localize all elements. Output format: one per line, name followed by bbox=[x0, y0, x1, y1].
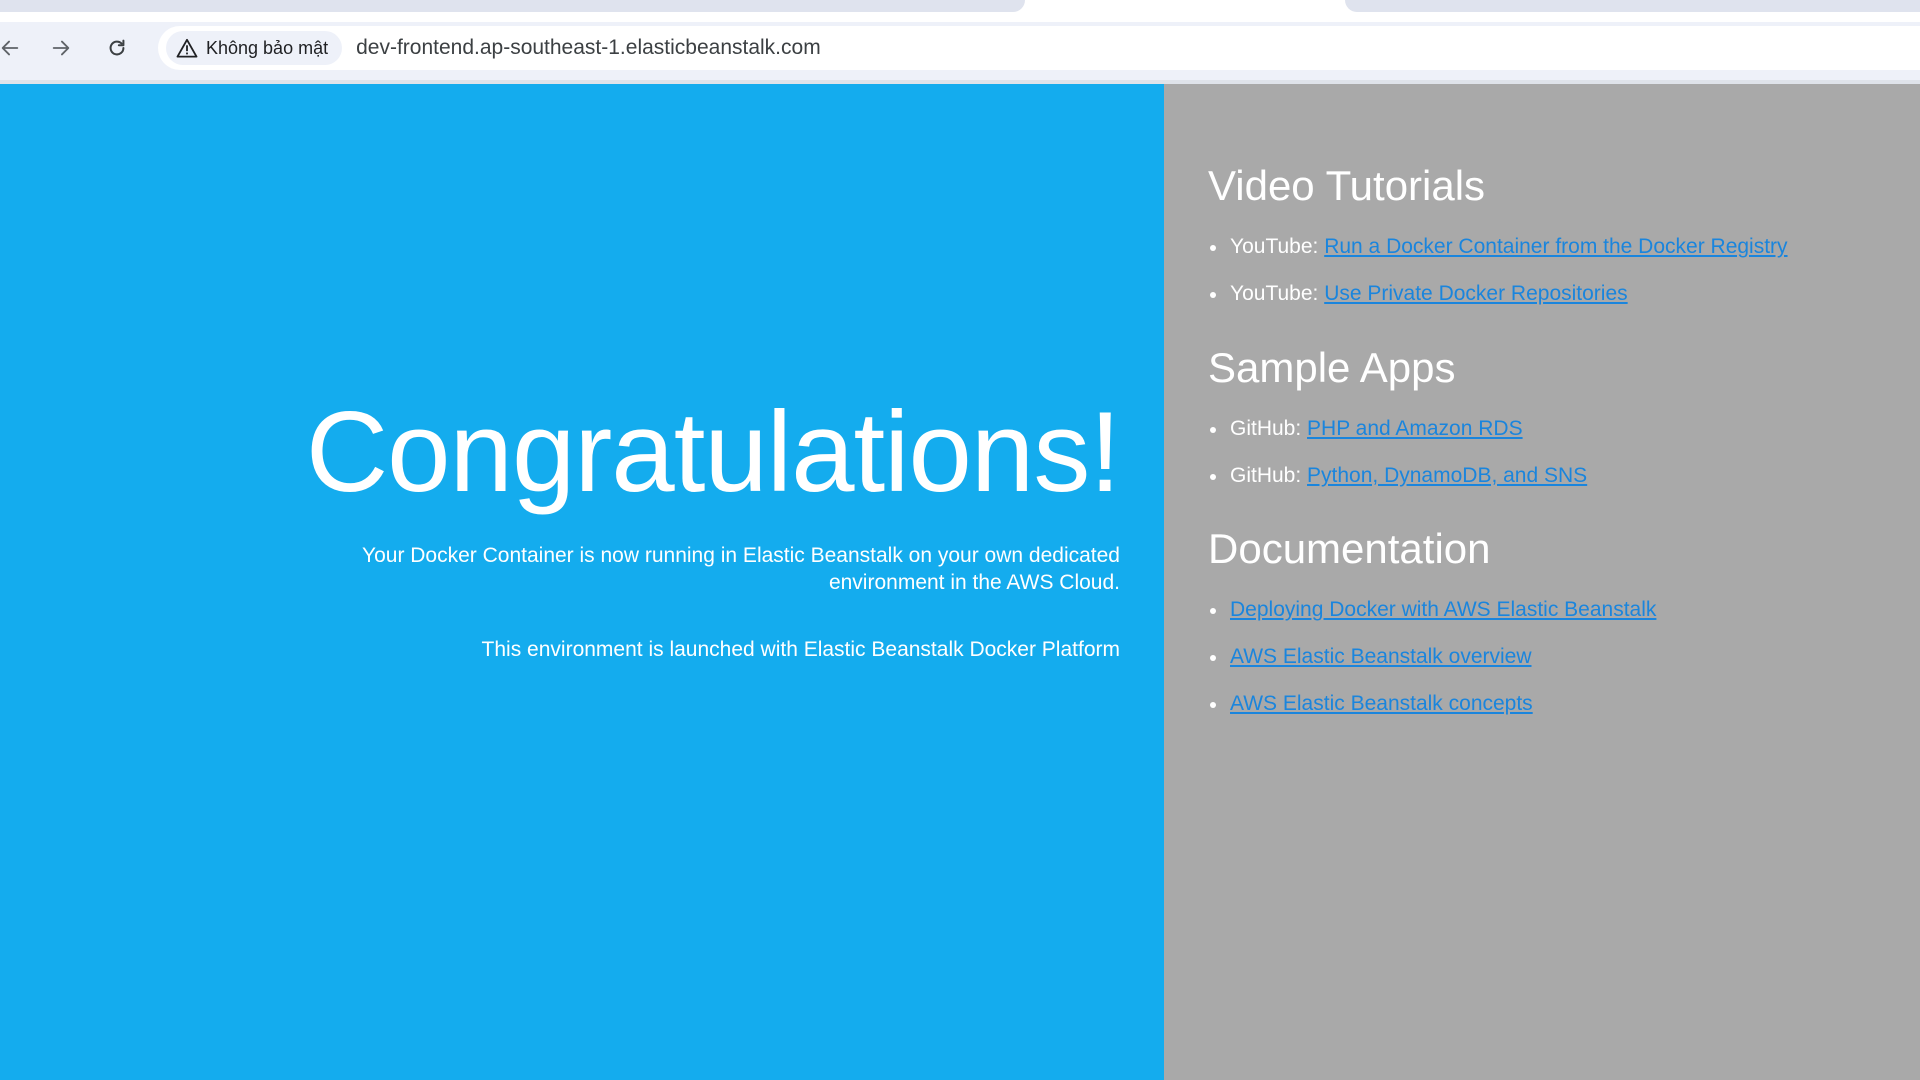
url-text[interactable]: dev-frontend.ap-southeast-1.elasticbeans… bbox=[356, 36, 821, 60]
video-tutorials-list: YouTube: Run a Docker Container from the… bbox=[1208, 234, 1788, 328]
link-php-amazon-rds[interactable]: PHP and Amazon RDS bbox=[1307, 417, 1523, 440]
list-item: YouTube: Run a Docker Container from the… bbox=[1208, 234, 1788, 281]
list-item: GitHub: PHP and Amazon RDS bbox=[1208, 416, 1587, 463]
tab-strip bbox=[0, 0, 1920, 22]
link-deploying-docker[interactable]: Deploying Docker with AWS Elastic Beanst… bbox=[1230, 598, 1656, 621]
link-beanstalk-overview[interactable]: AWS Elastic Beanstalk overview bbox=[1230, 645, 1532, 668]
documentation-list: Deploying Docker with AWS Elastic Beanst… bbox=[1208, 597, 1656, 738]
list-item: AWS Elastic Beanstalk overview bbox=[1208, 644, 1656, 691]
back-button[interactable] bbox=[0, 30, 28, 66]
documentation-heading: Documentation bbox=[1208, 525, 1491, 572]
list-item: AWS Elastic Beanstalk concepts bbox=[1208, 691, 1656, 738]
link-python-dynamodb-sns[interactable]: Python, DynamoDB, and SNS bbox=[1307, 464, 1587, 487]
link-run-docker-container[interactable]: Run a Docker Container from the Docker R… bbox=[1324, 235, 1787, 258]
site-security-chip[interactable]: Không bảo mật bbox=[166, 31, 343, 65]
hero-panel: Congratulations! Your Docker Container i… bbox=[0, 84, 1164, 1080]
list-item: GitHub: Python, DynamoDB, and SNS bbox=[1208, 463, 1587, 510]
back-arrow-icon bbox=[1, 40, 19, 56]
list-item: Deploying Docker with AWS Elastic Beanst… bbox=[1208, 597, 1656, 644]
link-prefix: YouTube: bbox=[1230, 282, 1325, 305]
resources-panel: Video Tutorials YouTube: Run a Docker Co… bbox=[1164, 84, 1920, 1080]
link-prefix: YouTube: bbox=[1230, 235, 1325, 258]
video-tutorials-heading: Video Tutorials bbox=[1208, 162, 1486, 209]
reload-icon bbox=[109, 39, 125, 56]
reload-button[interactable] bbox=[99, 30, 135, 66]
browser-toolbar: Không bảo mật dev-frontend.ap-southeast-… bbox=[0, 22, 1920, 84]
forward-button[interactable] bbox=[43, 30, 79, 66]
link-beanstalk-concepts[interactable]: AWS Elastic Beanstalk concepts bbox=[1230, 692, 1533, 715]
link-prefix: GitHub: bbox=[1230, 417, 1308, 440]
sample-apps-list: GitHub: PHP and Amazon RDS GitHub: Pytho… bbox=[1208, 416, 1587, 510]
inactive-tab-left[interactable] bbox=[0, 0, 1025, 12]
link-prefix: GitHub: bbox=[1230, 464, 1308, 487]
hero-message: Your Docker Container is now running in … bbox=[362, 544, 1120, 594]
inactive-tab-right[interactable] bbox=[1345, 0, 1920, 12]
link-private-docker-repositories[interactable]: Use Private Docker Repositories bbox=[1324, 282, 1627, 305]
page-content: Congratulations! Your Docker Container i… bbox=[0, 84, 1920, 1080]
address-bar[interactable]: Không bảo mật dev-frontend.ap-southeast-… bbox=[158, 26, 1920, 70]
platform-note: This environment is launched with Elasti… bbox=[481, 638, 1120, 661]
list-item: YouTube: Use Private Docker Repositories bbox=[1208, 281, 1788, 328]
page-title: Congratulations! bbox=[305, 389, 1121, 516]
security-label: Không bảo mật bbox=[206, 37, 329, 58]
sample-apps-heading: Sample Apps bbox=[1208, 344, 1456, 391]
warning-triangle-icon bbox=[176, 38, 198, 58]
forward-arrow-icon bbox=[52, 40, 70, 56]
